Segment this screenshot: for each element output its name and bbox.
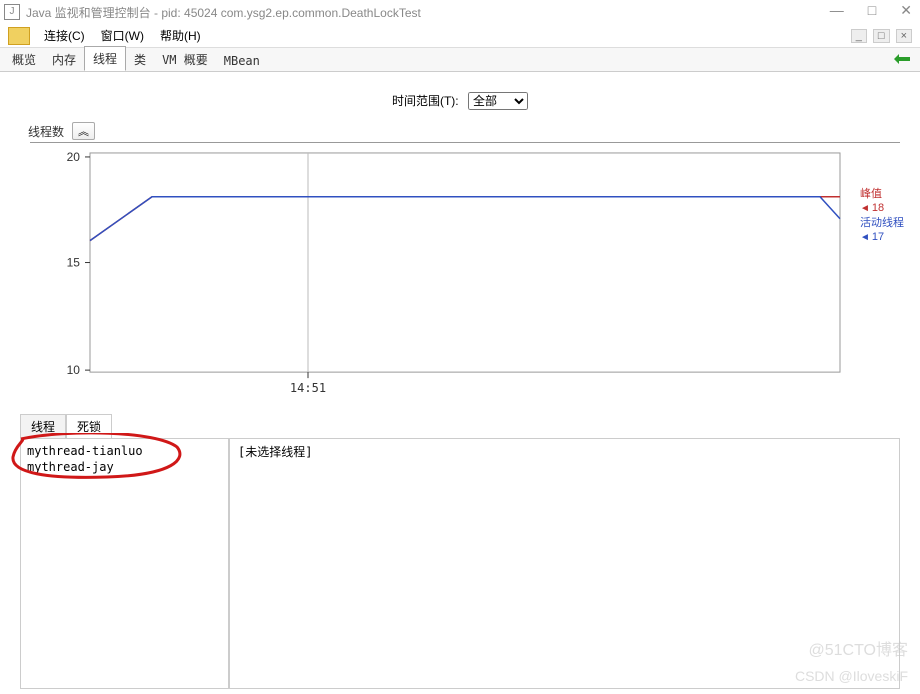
tab-vm-summary[interactable]: VM 概要 [154, 48, 216, 71]
tab-classes[interactable]: 类 [126, 48, 154, 71]
connection-status-icon [894, 52, 910, 66]
connection-icon [8, 27, 30, 45]
watermark-csdn: CSDN @IloveskiF [795, 668, 908, 684]
ytick-15: 15 [67, 256, 81, 270]
window-controls: — □ ✕ [830, 2, 912, 19]
series-peak [90, 197, 840, 241]
legend-live-label: 活动线程 [860, 216, 904, 230]
legend-peak-value: 18 [872, 202, 884, 214]
watermark-51cto: @51CTO博客 [808, 636, 908, 660]
bottom-tab-deadlock[interactable]: 死锁 [66, 414, 112, 438]
thread-list[interactable]: mythread-tianluo mythread-jay [21, 439, 229, 688]
chart-title: 线程数 [28, 123, 64, 140]
chart-legend: 峰值 ◄18 活动线程 ◄17 [860, 187, 904, 245]
thread-item[interactable]: mythread-tianluo [27, 443, 222, 459]
close-button[interactable]: ✕ [900, 2, 912, 19]
window-title: Java 监视和管理控制台 - pid: 45024 com.ysg2.ep.c… [26, 4, 421, 21]
titlebar: J Java 监视和管理控制台 - pid: 45024 com.ysg2.ep… [0, 0, 920, 24]
app-icon: J [4, 4, 20, 20]
xtick-1451: 14:51 [290, 381, 326, 395]
legend-peak-marker: ◄ [860, 203, 870, 214]
menu-window[interactable]: 窗口(W) [95, 25, 150, 46]
series-live [90, 197, 840, 241]
inner-close-button[interactable]: × [896, 29, 912, 43]
thread-item[interactable]: mythread-jay [27, 459, 222, 475]
legend-live-value: 17 [872, 231, 884, 243]
bottom-split: mythread-tianluo mythread-jay [未选择线程] [20, 439, 900, 689]
tab-threads[interactable]: 线程 [84, 46, 126, 71]
time-range-label: 时间范围(T): [392, 94, 459, 108]
thread-chart: 20 15 10 14:51 峰值 ◄18 活动线程 ◄17 [30, 142, 900, 402]
time-range-select[interactable]: 全部 [468, 92, 528, 110]
thread-detail-pane: [未选择线程] [229, 439, 899, 688]
menu-connect[interactable]: 连接(C) [38, 25, 91, 46]
time-range-row: 时间范围(T): 全部 [10, 84, 910, 122]
inner-minimize-button[interactable]: _ [851, 29, 867, 43]
menu-help[interactable]: 帮助(H) [154, 25, 207, 46]
maximize-button[interactable]: □ [868, 2, 876, 19]
content-area: 时间范围(T): 全部 线程数 ︽ 20 15 10 14:51 [0, 72, 920, 689]
chart-collapse-button[interactable]: ︽ [72, 122, 95, 140]
chart-svg: 20 15 10 14:51 [30, 143, 900, 402]
tab-memory[interactable]: 内存 [44, 48, 84, 71]
inner-window-controls: _ □ × [851, 29, 912, 43]
main-tabbar: 概览 内存 线程 类 VM 概要 MBean [0, 48, 920, 72]
bottom-tab-threads[interactable]: 线程 [20, 414, 66, 438]
legend-live-marker: ◄ [860, 232, 870, 243]
menubar: 连接(C) 窗口(W) 帮助(H) _ □ × [0, 24, 920, 48]
tab-mbean[interactable]: MBean [216, 51, 268, 71]
legend-peak-label: 峰值 [860, 187, 904, 201]
chart-header: 线程数 ︽ [28, 122, 910, 140]
minimize-button[interactable]: — [830, 2, 844, 19]
detail-placeholder: [未选择线程] [238, 445, 312, 459]
tab-overview[interactable]: 概览 [4, 48, 44, 71]
ytick-10: 10 [67, 363, 81, 377]
inner-maximize-button[interactable]: □ [873, 29, 890, 43]
bottom-tabbar: 线程 死锁 [20, 414, 900, 439]
ytick-20: 20 [67, 150, 81, 164]
